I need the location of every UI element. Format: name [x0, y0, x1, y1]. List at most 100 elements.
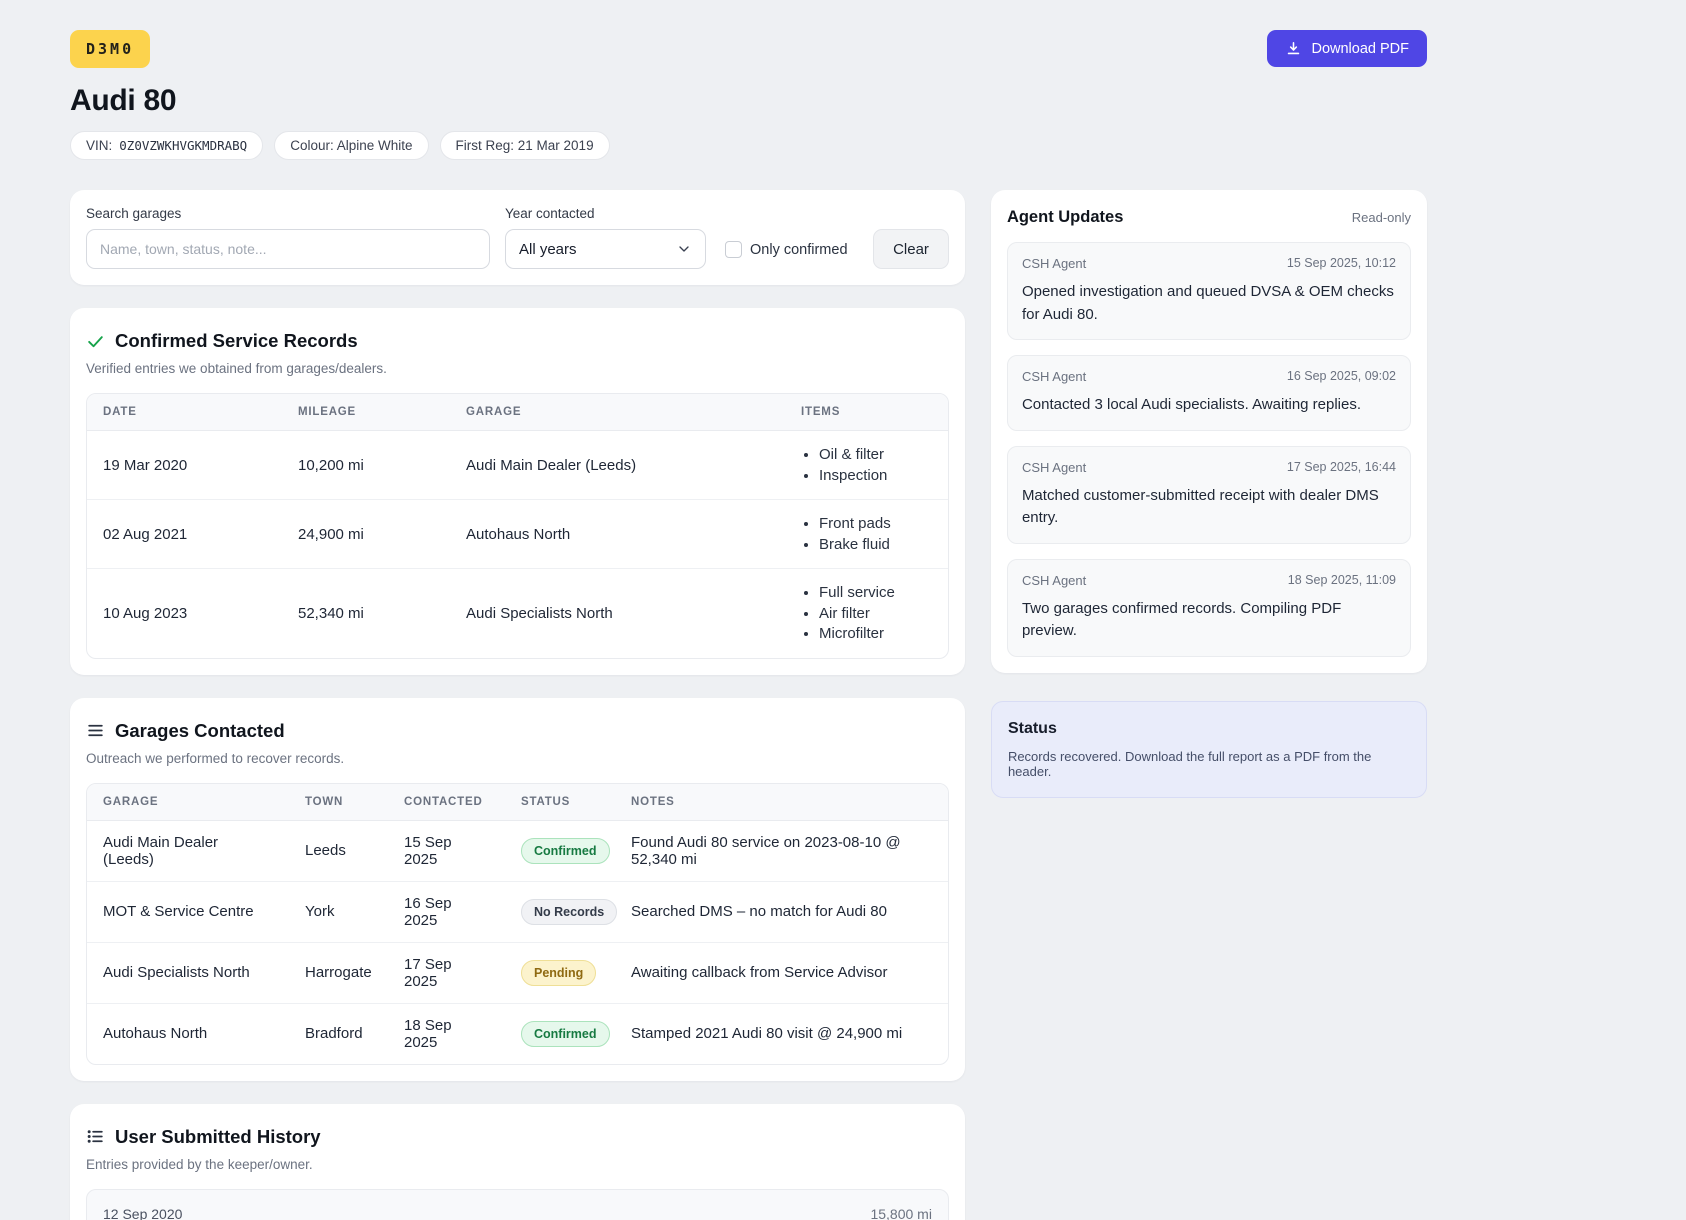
record-date: 02 Aug 2021 — [87, 513, 282, 556]
page-title: Audi 80 — [70, 84, 1427, 118]
record-mileage: 24,900 mi — [282, 513, 450, 556]
record-items: Front pads Brake fluid — [801, 514, 932, 554]
update-timestamp: 18 Sep 2025, 11:09 — [1288, 573, 1396, 588]
update-message: Two garages confirmed records. Compiling… — [1022, 598, 1396, 643]
confirmed-records-card: Confirmed Service Records Verified entri… — [70, 308, 965, 675]
record-mileage: 52,340 mi — [282, 592, 450, 635]
table-header-row: Garage Town Contacted Status Notes — [87, 784, 948, 821]
table-row: MOT & Service Centre York 16 Sep 2025 No… — [87, 882, 948, 943]
garage-notes: Found Audi 80 service on 2023-08-10 @ 52… — [615, 821, 948, 881]
record-date: 10 Aug 2023 — [87, 592, 282, 635]
garages-contacted-table: Garage Town Contacted Status Notes Audi … — [86, 783, 949, 1065]
user-history-card: User Submitted History Entries provided … — [70, 1104, 965, 1220]
only-confirmed-checkbox[interactable] — [725, 241, 742, 258]
user-history-subtitle: Entries provided by the keeper/owner. — [86, 1157, 949, 1172]
garages-contacted-subtitle: Outreach we performed to recover records… — [86, 751, 949, 766]
record-garage: Audi Specialists North — [450, 592, 785, 635]
first-reg-chip: First Reg: 21 Mar 2019 — [440, 131, 610, 160]
status-badge: No Records — [521, 899, 617, 925]
colour-chip: Colour: Alpine White — [274, 131, 428, 160]
record-items: Full service Air filter Microfilter — [801, 583, 932, 644]
garages-contacted-title-row: Garages Contacted — [86, 720, 949, 742]
status-card: Status Records recovered. Download the f… — [991, 701, 1427, 798]
record-garage: Audi Main Dealer (Leeds) — [450, 444, 785, 487]
record-mileage: 10,200 mi — [282, 444, 450, 487]
demo-badge: D3M0 — [70, 30, 150, 68]
garages-contacted-card: Garages Contacted Outreach we performed … — [70, 698, 965, 1081]
col-date: Date — [87, 394, 282, 430]
agent-update-item: CSH Agent 16 Sep 2025, 09:02 Contacted 3… — [1007, 355, 1411, 431]
download-pdf-label: Download PDF — [1311, 41, 1409, 57]
record-items: Oil & filter Inspection — [801, 445, 932, 485]
agent-name: CSH Agent — [1022, 369, 1086, 384]
col-contacted: Contacted — [388, 784, 505, 820]
garage-contacted-date: 15 Sep 2025 — [388, 821, 505, 881]
col-notes: Notes — [615, 784, 948, 820]
col-garage: Garage — [87, 784, 289, 820]
update-message: Matched customer-submitted receipt with … — [1022, 485, 1396, 530]
search-input[interactable] — [86, 229, 490, 269]
entry-mileage: 15,800 mi — [870, 1206, 931, 1220]
clear-button[interactable]: Clear — [873, 229, 949, 269]
agent-update-item: CSH Agent 17 Sep 2025, 16:44 Matched cus… — [1007, 446, 1411, 544]
table-row: Autohaus North Bradford 18 Sep 2025 Conf… — [87, 1004, 948, 1064]
agent-updates-title: Agent Updates — [1007, 208, 1123, 227]
page-header: D3M0 Download PDF — [70, 30, 1427, 68]
record-garage: Autohaus North — [450, 513, 785, 556]
record-item: Full service — [819, 583, 932, 603]
confirmed-records-title-row: Confirmed Service Records — [86, 330, 949, 352]
col-mileage: Mileage — [282, 394, 450, 430]
col-items: Items — [785, 394, 948, 430]
confirmed-records-table: Date Mileage Garage Items 19 Mar 2020 10… — [86, 393, 949, 659]
record-date: 19 Mar 2020 — [87, 444, 282, 487]
search-label: Search garages — [86, 206, 490, 221]
user-history-title: User Submitted History — [115, 1126, 321, 1148]
agent-name: CSH Agent — [1022, 573, 1086, 588]
table-row: Audi Specialists North Harrogate 17 Sep … — [87, 943, 948, 1004]
vin-value: 0Z0VZWKHVGKMDRABQ — [119, 138, 247, 153]
readonly-label: Read-only — [1352, 210, 1411, 225]
update-timestamp: 17 Sep 2025, 16:44 — [1287, 460, 1396, 475]
status-badge: Pending — [521, 960, 596, 986]
entry-date: 12 Sep 2020 — [103, 1206, 182, 1220]
garage-contacted-date: 18 Sep 2025 — [388, 1004, 505, 1064]
download-pdf-button[interactable]: Download PDF — [1267, 30, 1427, 67]
vehicle-chips: VIN: 0Z0VZWKHVGKMDRABQ Colour: Alpine Wh… — [70, 131, 1427, 160]
garage-notes: Searched DMS – no match for Audi 80 — [615, 890, 948, 933]
status-message: Records recovered. Download the full rep… — [1008, 749, 1410, 779]
record-item: Microfilter — [819, 624, 932, 644]
table-row: Audi Main Dealer (Leeds) Leeds 15 Sep 20… — [87, 821, 948, 882]
page: D3M0 Download PDF Audi 80 VIN: 0Z0VZWKHV… — [0, 0, 1427, 1220]
status-badge: Confirmed — [521, 1021, 610, 1047]
garage-name: Autohaus North — [87, 1012, 289, 1055]
user-history-entry: 12 Sep 2020 15,800 mi Oil & filter at ho… — [86, 1189, 949, 1220]
chevron-down-icon — [676, 241, 692, 257]
record-item: Oil & filter — [819, 445, 932, 465]
year-select[interactable]: All years — [505, 229, 706, 269]
col-garage: Garage — [450, 394, 785, 430]
confirmed-records-subtitle: Verified entries we obtained from garage… — [86, 361, 949, 376]
garage-name: Audi Main Dealer (Leeds) — [87, 821, 289, 881]
table-header-row: Date Mileage Garage Items — [87, 394, 948, 431]
agent-updates-card: Agent Updates Read-only CSH Agent 15 Sep… — [991, 190, 1427, 673]
garage-town: Leeds — [289, 829, 388, 872]
agent-update-item: CSH Agent 18 Sep 2025, 11:09 Two garages… — [1007, 559, 1411, 657]
status-badge: Confirmed — [521, 838, 610, 864]
user-history-title-row: User Submitted History — [86, 1126, 949, 1148]
update-message: Contacted 3 local Audi specialists. Awai… — [1022, 394, 1396, 417]
record-item: Front pads — [819, 514, 932, 534]
vin-chip: VIN: 0Z0VZWKHVGKMDRABQ — [70, 131, 263, 160]
garage-notes: Awaiting callback from Service Advisor — [615, 951, 948, 994]
garage-contacted-date: 16 Sep 2025 — [388, 882, 505, 942]
garage-town: Harrogate — [289, 951, 388, 994]
garage-town: York — [289, 890, 388, 933]
agent-update-item: CSH Agent 15 Sep 2025, 10:12 Opened inve… — [1007, 242, 1411, 340]
garage-name: Audi Specialists North — [87, 951, 289, 994]
garage-contacted-date: 17 Sep 2025 — [388, 943, 505, 1003]
table-row: 10 Aug 2023 52,340 mi Audi Specialists N… — [87, 569, 948, 658]
update-timestamp: 16 Sep 2025, 09:02 — [1287, 369, 1396, 384]
table-row: 19 Mar 2020 10,200 mi Audi Main Dealer (… — [87, 431, 948, 500]
table-row: 02 Aug 2021 24,900 mi Autohaus North Fro… — [87, 500, 948, 569]
record-item: Air filter — [819, 604, 932, 624]
garage-town: Bradford — [289, 1012, 388, 1055]
